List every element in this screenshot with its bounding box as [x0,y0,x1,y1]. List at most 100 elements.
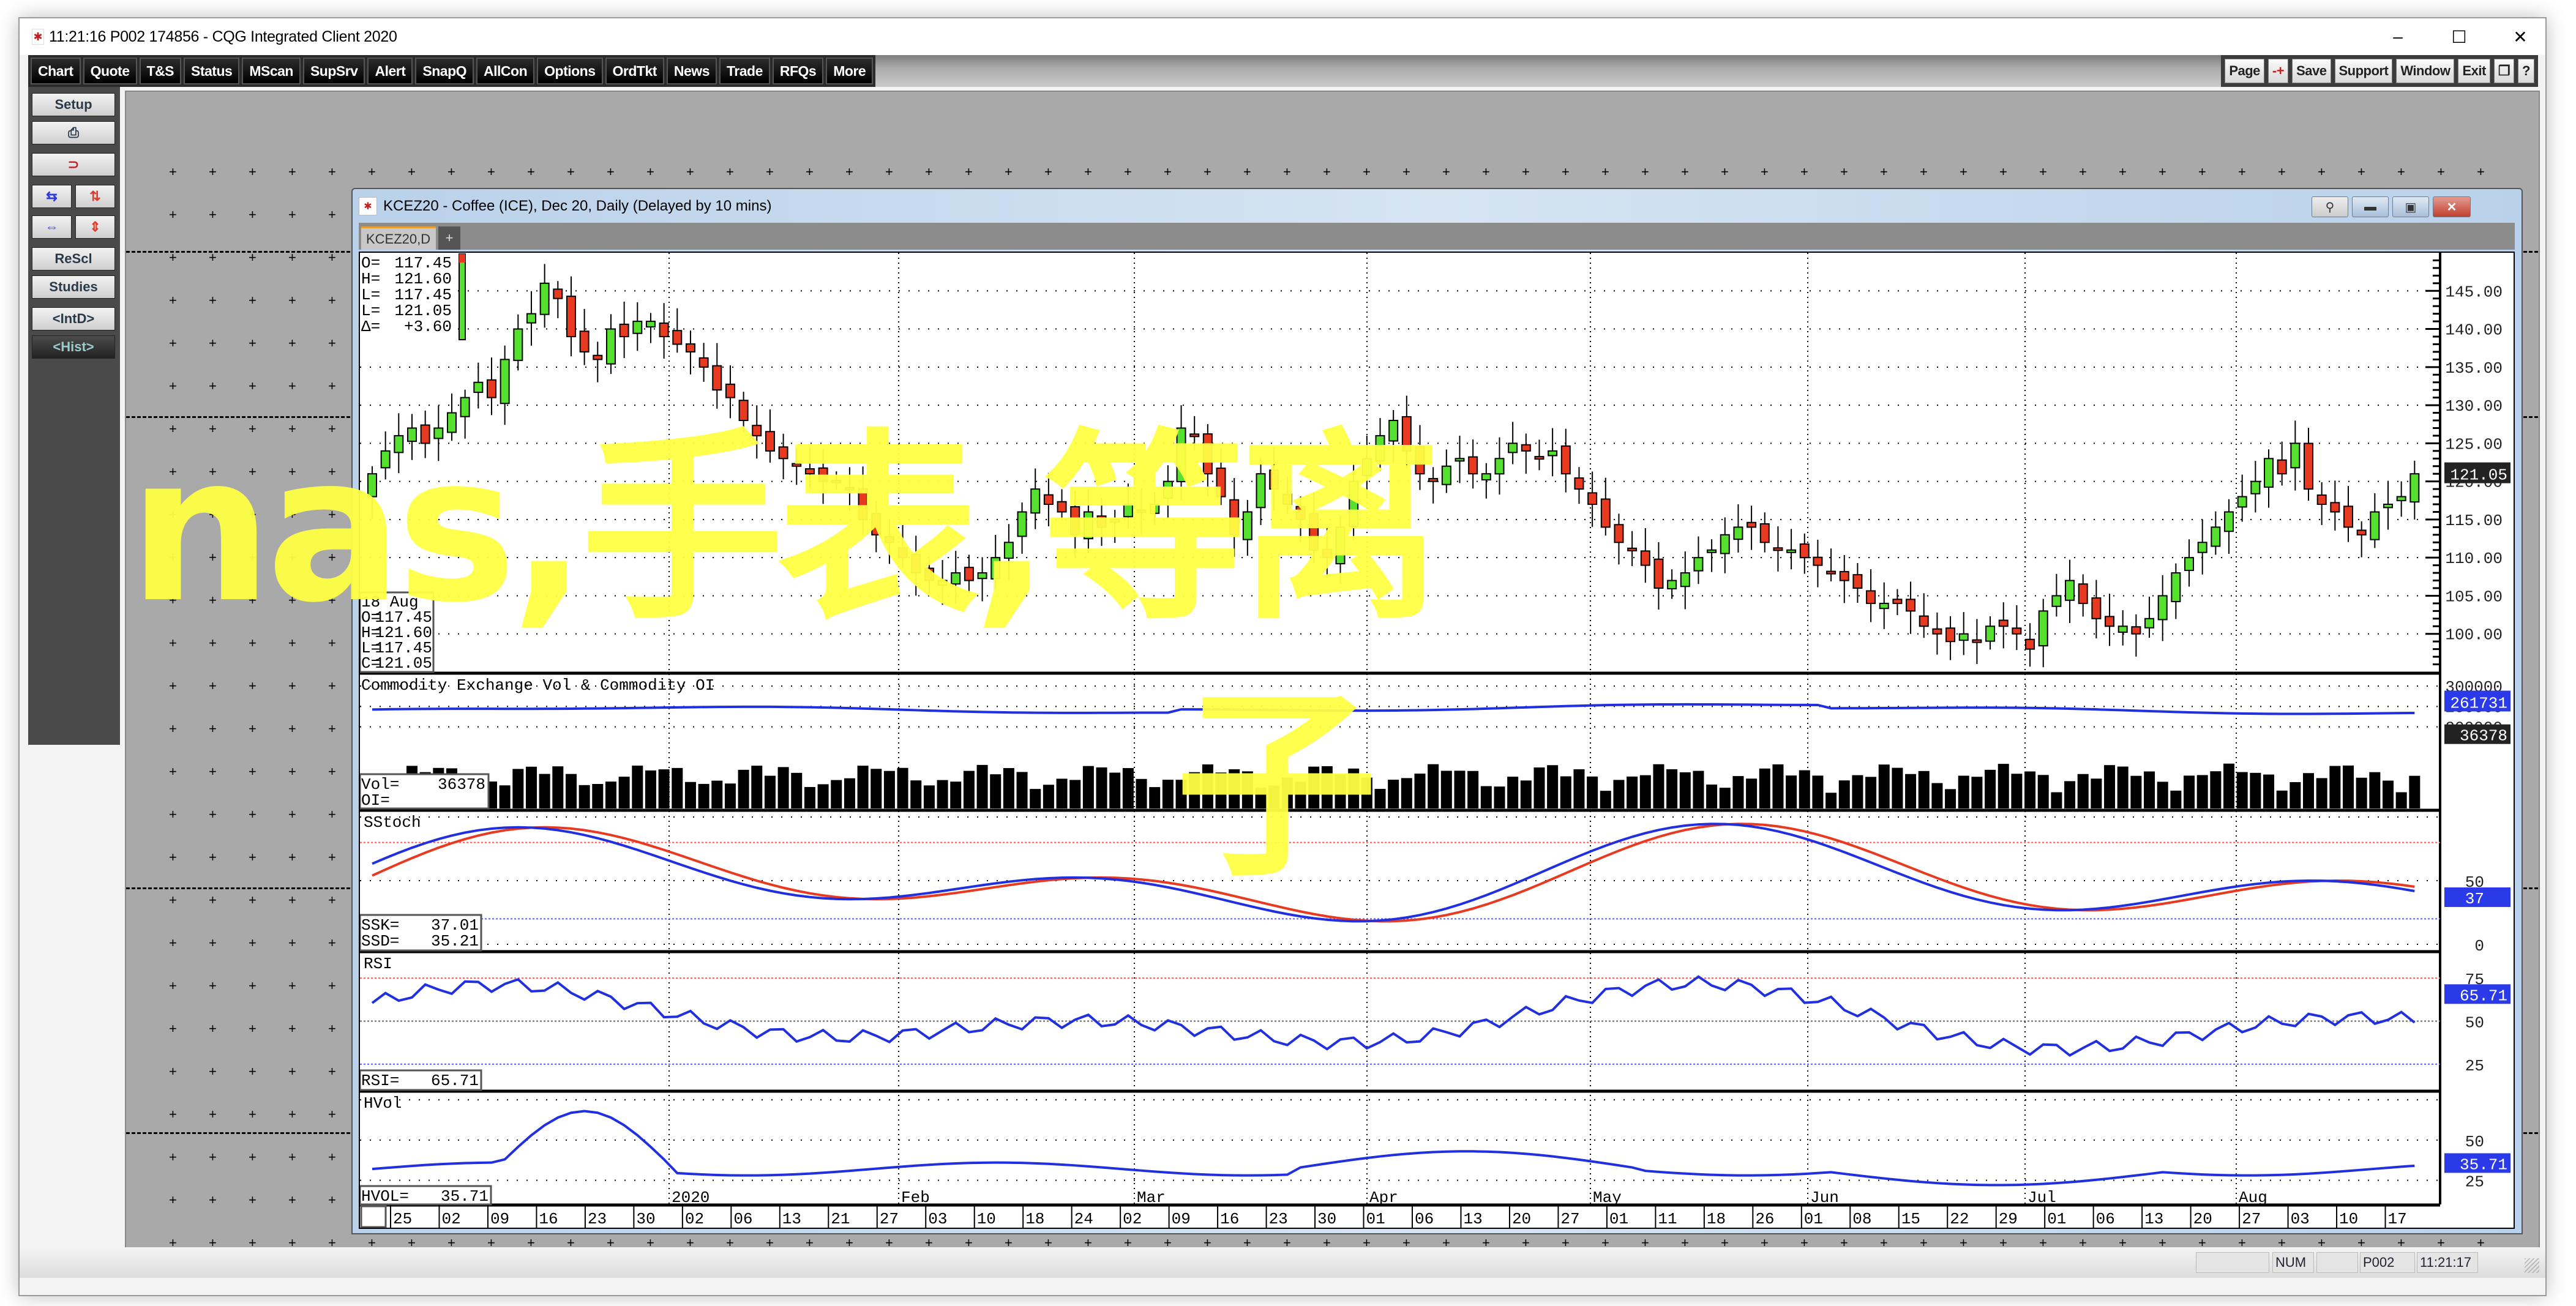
toolbar-button-news[interactable]: News [666,58,717,84]
intraday-button[interactable]: <IntD> [32,307,115,330]
last-price-label: 121.05 [2450,466,2507,485]
candle-down [1415,446,1425,475]
volume-bar [1388,780,1399,808]
toolbar-button-window[interactable]: Window [2396,59,2455,83]
toolbar-button-quote[interactable]: Quote [83,58,137,84]
toolbar-button-trade[interactable]: Trade [719,58,770,84]
date-label: 13 [782,1210,801,1228]
toolbar-button-zoom[interactable]: -+ [2267,59,2289,83]
candle-down [420,424,430,444]
grid-plus-mark: + [209,849,217,865]
chart-restore-button[interactable]: ▣ [2392,196,2429,217]
date-label: 25 [393,1210,412,1228]
snap-button[interactable]: ⊃ [32,153,115,176]
candle-up [1667,580,1677,589]
volume-bar [1241,771,1253,808]
candle-down [1189,433,1200,438]
toolbar-button-allcon[interactable]: AllCon [476,58,535,84]
grid-plus-mark: + [408,164,416,179]
toolbar-button-save[interactable]: Save [2292,59,2331,83]
toolbar-button-rfqs[interactable]: RFQs [772,58,824,84]
toolbar-button-ts[interactable]: T&S [139,58,182,84]
toolbar-button-support[interactable]: Support [2334,59,2393,83]
toolbar-button-page[interactable]: Page [2225,59,2264,83]
candle-up [2250,480,2261,494]
print-button[interactable]: ⎙ [32,121,115,144]
hvol-tick-label: 50 [2465,1133,2484,1151]
candle-up [1958,633,1969,641]
grid-plus-mark: + [1641,164,1649,179]
toolbar-button-help[interactable]: ? [2518,59,2534,83]
volume-bar [1838,780,1850,808]
grid-plus-mark: + [646,164,654,179]
candle-down [2105,616,2115,627]
close-button[interactable]: ✕ [2493,18,2548,55]
candle-down [1839,571,1849,581]
price-tick-label: 135.00 [2445,359,2503,378]
date-label: 15 [1901,1210,1920,1228]
maximize-button[interactable]: ☐ [2432,18,2487,55]
minimize-button[interactable]: – [2370,18,2425,55]
expand-vertical-button[interactable]: ⇅ [75,185,115,208]
link-button[interactable]: ⚲ [2312,196,2348,217]
grid-plus-mark: + [1601,164,1609,179]
chart-svg[interactable]: 145.00140.00135.00130.00125.00120.00115.… [360,253,2514,1228]
chart-minimize-button[interactable]: ▬ [2352,196,2389,217]
close-icon: ✕ [2513,27,2528,47]
historical-button[interactable]: <Hist> [32,335,115,359]
toolbar-button-snapq[interactable]: SnapQ [415,58,474,84]
toolbar-button-more[interactable]: More [826,58,874,84]
toolbar-button-supsrv[interactable]: SupSrv [302,58,365,84]
candle-down [1534,456,1544,460]
toolbar-button-exit[interactable]: Exit [2458,59,2490,83]
chart-plot-area[interactable]: 145.00140.00135.00130.00125.00120.00115.… [359,252,2515,1229]
candle-down [566,296,576,337]
grid-plus-mark: + [249,164,256,179]
grid-plus-mark: + [806,164,814,179]
ssk-line [372,823,2415,923]
setup-button[interactable]: Setup [32,93,115,116]
grid-plus-mark: + [328,721,336,736]
toolbar-button-chart[interactable]: Chart [31,58,81,84]
resize-grip[interactable] [2525,1258,2539,1273]
toolbar-button-options[interactable]: Options [537,58,603,84]
candle-down [1773,547,1783,551]
candle-down [1600,498,1611,528]
volume-bar [1971,777,1983,808]
expand-horizontal-button[interactable]: ⇆ [32,185,72,208]
toolbar-button-status[interactable]: Status [184,58,240,84]
candle-down [1747,521,1757,528]
studies-button[interactable]: Studies [32,275,115,299]
rescale-button[interactable]: ReScl [32,247,115,271]
volume-bar [844,778,855,808]
grid-plus-mark: + [249,464,256,479]
chart-close-button[interactable]: ✕ [2433,196,2471,217]
candle-up [2197,542,2207,553]
vertical-arrows-icon: ⇅ [89,188,101,204]
month-label: Feb [901,1188,930,1207]
date-label: 18 [1025,1210,1044,1228]
volume-bar [871,769,882,808]
toolbar-button-restore[interactable]: ❐ [2493,59,2515,83]
volume-bar [1122,768,1134,808]
volume-bar [1175,780,1187,808]
price-tick-label: 100.00 [2445,626,2503,644]
grid-plus-mark: + [249,807,256,822]
candle-up [2224,511,2234,532]
grid-plus-mark: + [1204,164,1211,179]
open-interest-line [372,703,2415,715]
grid-plus-mark: + [288,293,296,308]
compress-horizontal-button[interactable]: ⇔ [32,215,72,239]
volume-bar [791,772,803,808]
add-tab-button[interactable]: + [438,226,460,250]
candle-down [2316,494,2327,506]
toolbar-button-ordtkt[interactable]: OrdTkt [605,58,664,84]
toolbar-button-alert[interactable]: Alert [367,58,413,84]
toolbar-left-group: Chart Quote T&S Status MScan SupSrv Alert SnapQ… [28,55,876,87]
toolbar-button-mscan[interactable]: MScan [242,58,301,84]
sstoch-tick-label: 0 [2474,937,2484,955]
volume-bar [1428,764,1439,808]
tab-kcez20[interactable]: KCEZ20,D [361,226,436,250]
compress-vertical-button[interactable]: ⇕ [75,215,115,239]
candle-up [632,321,643,334]
